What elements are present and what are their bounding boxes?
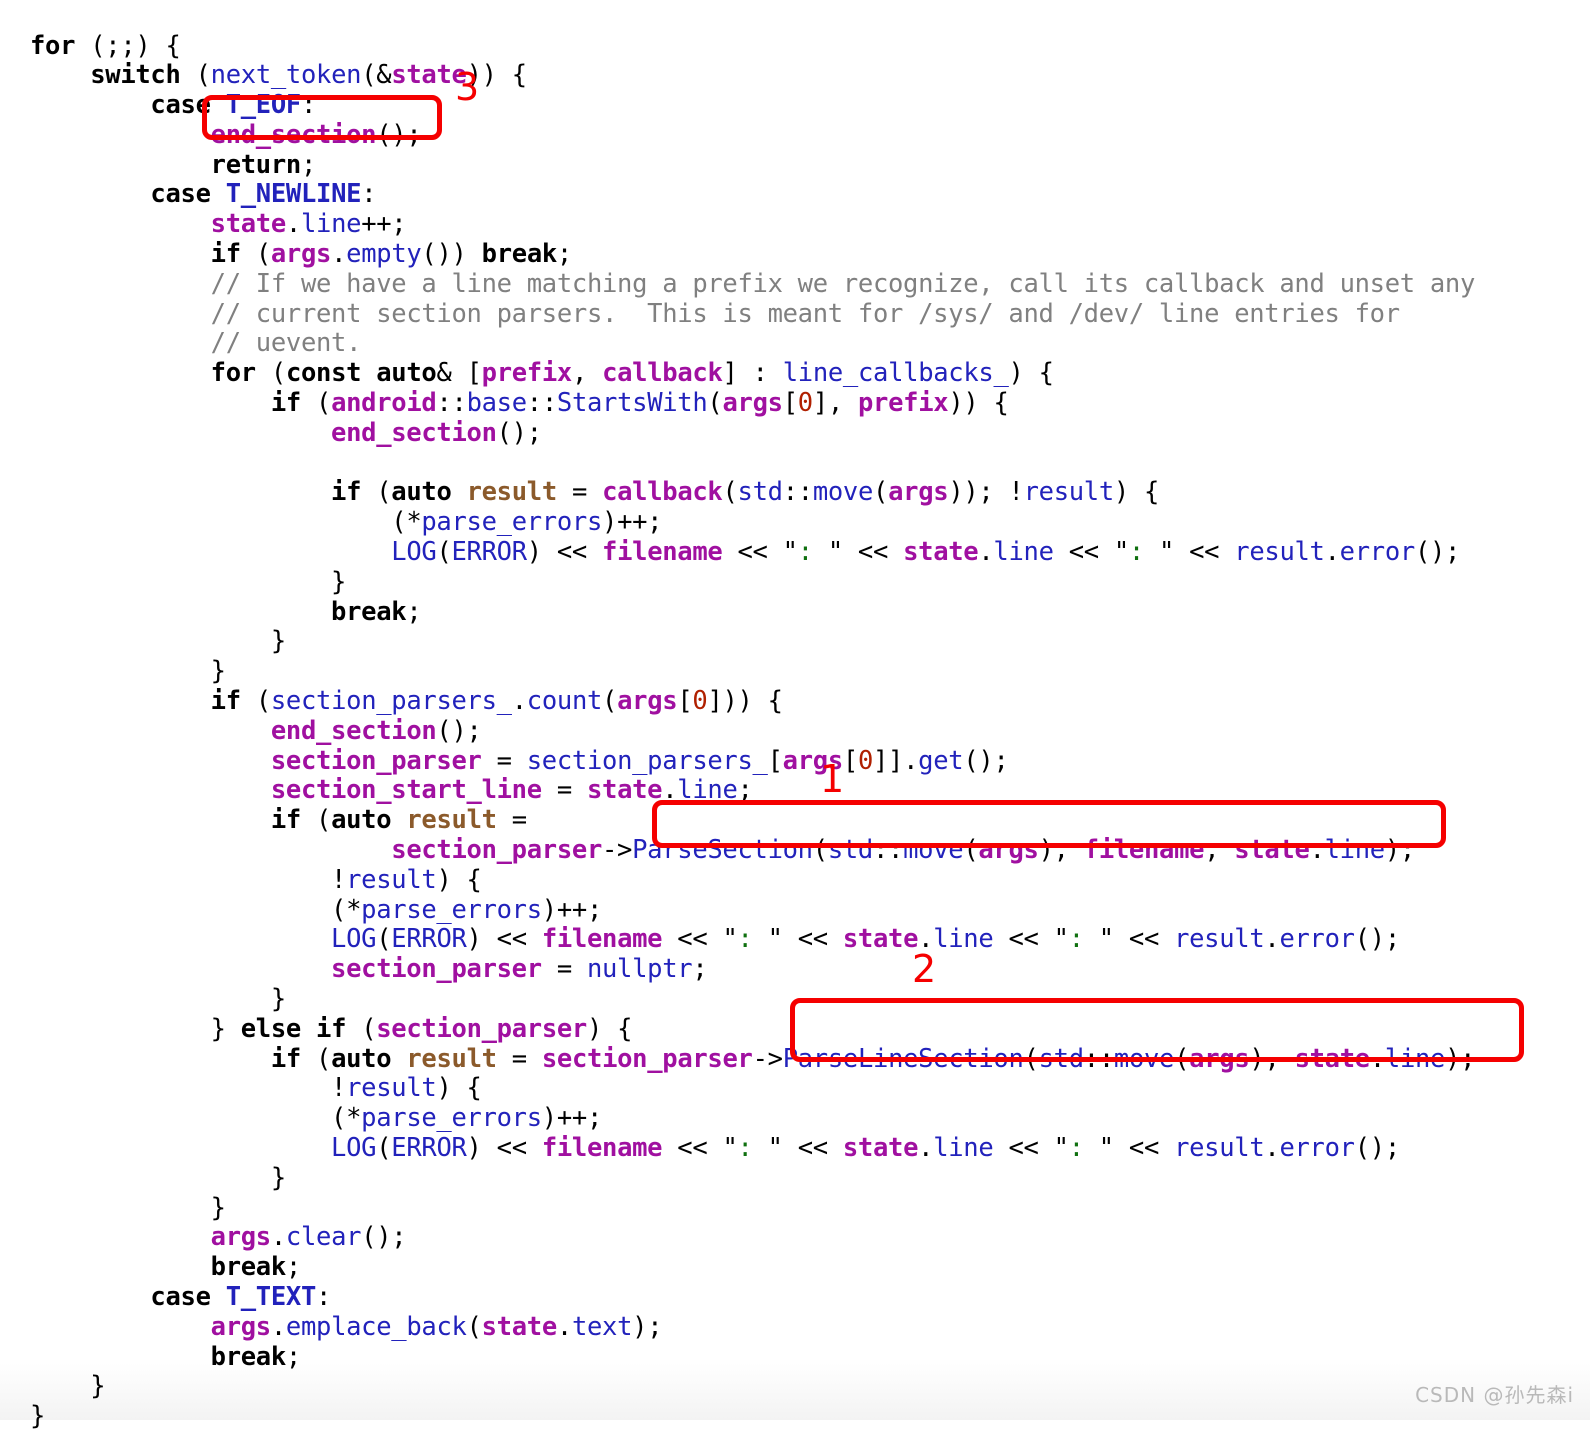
code-line: args.emplace_back(state.text); bbox=[210, 1311, 663, 1342]
code-screenshot-surface: for (;;) { switch (next_token(&state)) {… bbox=[0, 0, 1590, 1431]
code-line: if (section_parsers_.count(args[0])) { bbox=[210, 686, 783, 717]
code-line: (*parse_errors)++; bbox=[331, 1103, 603, 1134]
code-line: if (args.empty()) break; bbox=[210, 239, 573, 270]
code-line: } bbox=[90, 1371, 106, 1402]
code-line: if (auto result = callback(std::move(arg… bbox=[331, 477, 1160, 508]
source-code-listing: for (;;) { switch (next_token(&state)) {… bbox=[30, 30, 1476, 1432]
code-line: } bbox=[270, 984, 286, 1014]
code-line: // If we have a line matching a prefix w… bbox=[210, 268, 1476, 299]
code-line: state.line++; bbox=[210, 209, 407, 240]
annotation-number-1: 1 bbox=[820, 757, 845, 801]
code-line: break; bbox=[331, 596, 422, 627]
code-line: for (;;) { bbox=[30, 30, 181, 61]
code-line: } bbox=[30, 1401, 46, 1432]
code-line: break; bbox=[210, 1252, 302, 1283]
code-line: LOG(ERROR) << filename << ": " << state.… bbox=[391, 537, 1461, 568]
code-line: !result) { bbox=[331, 1073, 482, 1104]
code-line: } else if (section_parser) { bbox=[210, 1013, 633, 1044]
code-line: } bbox=[331, 566, 347, 597]
code-line: args.clear(); bbox=[210, 1222, 407, 1253]
code-line: !result) { bbox=[331, 864, 482, 895]
code-line: break; bbox=[210, 1341, 302, 1372]
code-line: // current section parsers. This is mean… bbox=[210, 298, 1400, 329]
code-line: LOG(ERROR) << filename << ": " << state.… bbox=[331, 1132, 1400, 1163]
code-line: end_section(); bbox=[210, 119, 422, 150]
code-line: case T_TEXT: bbox=[150, 1281, 332, 1312]
code-line: if (auto result = section_parser->ParseL… bbox=[270, 1043, 1476, 1074]
code-line: (*parse_errors)++; bbox=[331, 894, 603, 925]
code-line: } bbox=[210, 1192, 226, 1223]
code-line: section_parser = nullptr; bbox=[331, 954, 708, 985]
code-line: LOG(ERROR) << filename << ": " << state.… bbox=[331, 924, 1400, 955]
code-line: switch (next_token(&state)) { bbox=[90, 60, 527, 91]
code-line: for (const auto& [prefix, callback] : li… bbox=[210, 358, 1054, 389]
code-line: section_parser->ParseSection(std::move(a… bbox=[391, 835, 1415, 866]
code-line: if (android::base::StartsWith(args[0], p… bbox=[270, 388, 1009, 419]
code-line: // uevent. bbox=[210, 328, 362, 359]
annotation-number-3: 3 bbox=[455, 65, 480, 109]
annotation-number-2: 2 bbox=[912, 947, 937, 991]
code-line: } bbox=[210, 656, 226, 687]
code-line: section_start_line = state.line; bbox=[270, 775, 753, 806]
code-line: return; bbox=[210, 149, 317, 180]
code-line: } bbox=[270, 626, 286, 657]
code-line: end_section(); bbox=[270, 715, 482, 746]
code-line: end_section(); bbox=[331, 417, 542, 448]
code-line: case T_NEWLINE: bbox=[150, 179, 377, 210]
code-line: (*parse_errors)++; bbox=[391, 507, 663, 538]
code-line: if (auto result = bbox=[270, 805, 527, 836]
code-line: section_parser = section_parsers_[args[0… bbox=[270, 745, 1009, 776]
code-line: } bbox=[270, 1162, 286, 1193]
csdn-watermark: CSDN @孙先森i bbox=[1415, 1383, 1574, 1407]
code-line: case T_EOF: bbox=[150, 90, 317, 121]
